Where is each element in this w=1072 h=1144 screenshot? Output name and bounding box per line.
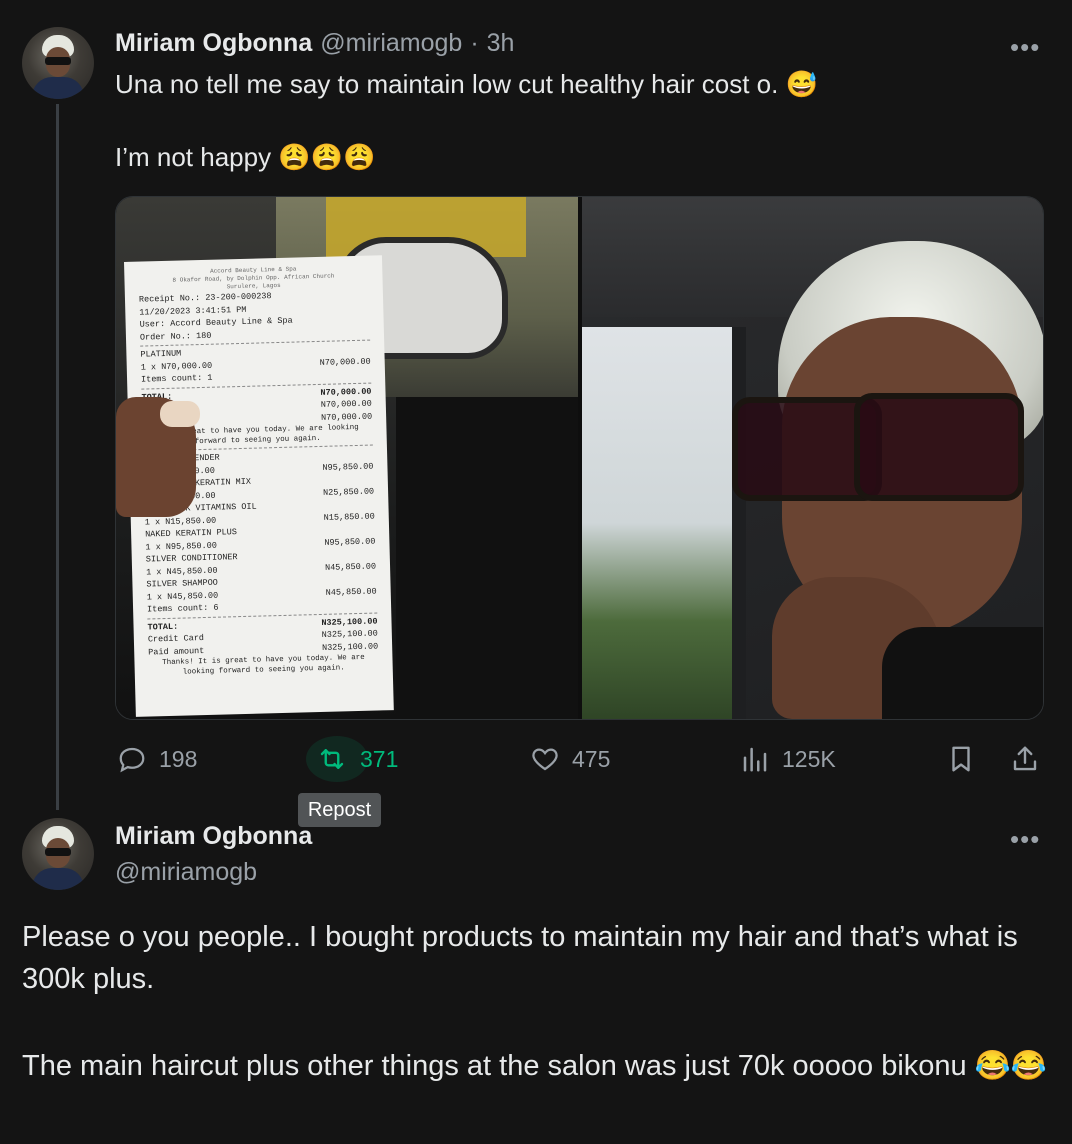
- avatar[interactable]: [22, 818, 94, 890]
- shirt: [882, 627, 1043, 719]
- timestamp[interactable]: 3h: [487, 29, 515, 58]
- views-button[interactable]: 125K: [740, 744, 836, 774]
- bookmark-icon: [946, 746, 976, 778]
- separator-dot: ·: [470, 29, 479, 57]
- tweet-text-paragraph-2: The main haircut plus other things at th…: [22, 1050, 1047, 1082]
- bookmark-button[interactable]: [946, 744, 976, 779]
- tweet-text-line-1: Una no tell me say to maintain low cut h…: [115, 69, 818, 99]
- tweet-text-line-2: I’m not happy 😩😩😩: [115, 142, 376, 172]
- thumbnail-nail: [160, 401, 200, 427]
- repost-button[interactable]: 371: [316, 744, 398, 774]
- receipt-photo[interactable]: Accord Beauty Line & Spa 8 Okafor Road, …: [116, 197, 578, 719]
- selfie-photo[interactable]: [582, 197, 1043, 719]
- share-icon: [1010, 746, 1040, 778]
- display-name[interactable]: Miriam Ogbonna: [115, 822, 312, 851]
- more-icon[interactable]: •••: [1010, 32, 1040, 63]
- repost-icon: [316, 744, 348, 774]
- car-window: [582, 327, 746, 719]
- views-count: 125K: [782, 745, 836, 772]
- share-button[interactable]: [1010, 744, 1040, 779]
- repost-count: 371: [360, 745, 399, 772]
- thread-connector-line: [56, 104, 59, 810]
- door-panel: [396, 397, 578, 719]
- reply-icon: [117, 744, 147, 774]
- more-icon[interactable]: •••: [1010, 824, 1040, 855]
- like-count: 475: [572, 745, 611, 772]
- reply-button[interactable]: 198: [117, 744, 197, 774]
- user-handle[interactable]: @miriamogb: [320, 29, 462, 58]
- tweet-header: Miriam Ogbonna @miriamogb · 3h: [115, 29, 514, 58]
- tweet-media[interactable]: Accord Beauty Line & Spa 8 Okafor Road, …: [115, 196, 1044, 720]
- display-name[interactable]: Miriam Ogbonna: [115, 29, 312, 58]
- views-icon: [740, 744, 770, 774]
- tweet-text-paragraph-1: Please o you people.. I bought products …: [22, 921, 1018, 995]
- like-button[interactable]: 475: [530, 744, 610, 774]
- like-icon: [530, 744, 560, 774]
- avatar[interactable]: [22, 27, 94, 99]
- user-handle[interactable]: @miriamogb: [115, 858, 257, 887]
- sunglasses-right-lens: [854, 393, 1024, 501]
- reply-count: 198: [159, 745, 198, 772]
